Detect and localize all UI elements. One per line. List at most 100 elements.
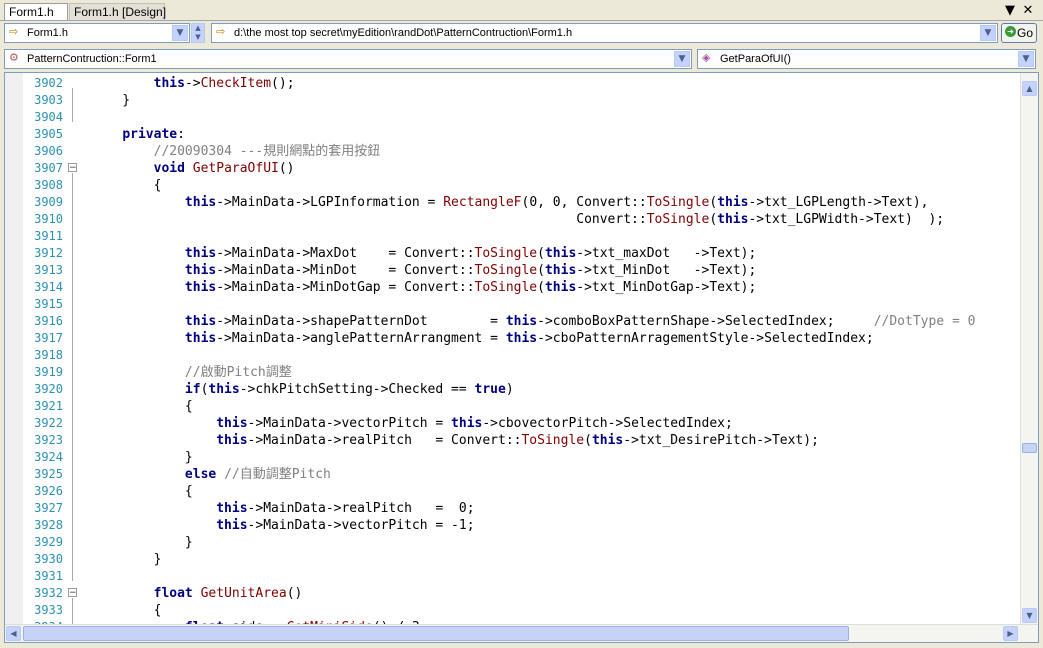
code-text: this->MainData->MinDot = Convert::ToSing…: [184, 263, 757, 278]
chevron-down-icon[interactable]: ▼: [674, 51, 690, 67]
line-number: 3932: [34, 586, 63, 600]
code-text: this->MainData->LGPInformation = Rectang…: [184, 195, 929, 210]
line-number: 3931: [34, 569, 63, 583]
code-text: this->MainData->anglePatternArrangment =…: [184, 331, 874, 346]
file-combo[interactable]: ⇨ Form1.h ▼: [4, 23, 190, 43]
line-number: 3906: [34, 144, 63, 158]
document-tab-strip: Form1.h Form1.h [Design] ▼ ✕: [0, 0, 1043, 21]
line-number: 3916: [34, 314, 63, 328]
code-lines: 3902 this->CheckItem(); 3903 } 3904 3905 pr…: [23, 75, 1018, 624]
path-combo[interactable]: ⇨ d:\the most top secret\myEdition\randD…: [211, 23, 998, 43]
code-text: this->MainData->MinDotGap = Convert::ToS…: [184, 280, 757, 295]
path-value: d:\the most top secret\myEdition\randDot…: [234, 27, 573, 39]
line-number: 3908: [34, 178, 63, 192]
code-text: {: [91, 399, 193, 414]
code-text: this->CheckItem();: [153, 76, 295, 91]
tab-form1-h-design[interactable]: Form1.h [Design]: [69, 3, 166, 20]
horizontal-scrollbar[interactable]: ◀ ▶: [5, 624, 1038, 642]
line-number: 3913: [34, 263, 63, 277]
file-spin-button[interactable]: ▲ ▼: [191, 23, 205, 43]
line-number: 3920: [34, 382, 63, 396]
line-number: 3926: [34, 484, 63, 498]
chevron-down-icon[interactable]: ▼: [1018, 51, 1034, 67]
line-number: 3922: [34, 416, 63, 430]
line-number: 3911: [34, 229, 63, 243]
code-text: //啟動Pitch調整: [184, 365, 292, 380]
code-text: }: [91, 450, 193, 465]
line-number: 3904: [34, 110, 63, 124]
code-text: this->MainData->MaxDot = Convert::ToSing…: [184, 246, 757, 261]
line-number: 3924: [34, 450, 63, 464]
arrow-icon: ⇨: [9, 25, 19, 38]
code-text: this->MainData->realPitch = Convert::ToS…: [216, 433, 819, 448]
chevron-down-icon[interactable]: ▼: [172, 25, 188, 41]
code-text: {: [91, 484, 193, 499]
tab-form1-h[interactable]: Form1.h: [4, 3, 68, 20]
outline-guide: [72, 598, 73, 624]
line-number: 3927: [34, 501, 63, 515]
vertical-scroll-thumb[interactable]: [1022, 443, 1037, 453]
code-text: }: [91, 93, 131, 108]
line-number: 3930: [34, 552, 63, 566]
line-number: 3912: [34, 246, 63, 260]
line-number: 3910: [34, 212, 63, 226]
collapse-region-icon[interactable]: −: [68, 588, 77, 598]
chevron-down-icon[interactable]: ▼: [980, 25, 996, 41]
line-number: 3907: [34, 161, 63, 175]
go-button[interactable]: ➜ Go: [1001, 23, 1037, 43]
file-combo-value: Form1.h: [27, 27, 68, 39]
code-text: float GetUnitArea(): [153, 586, 303, 601]
go-button-label: Go: [1016, 26, 1033, 40]
collapse-region-icon[interactable]: −: [68, 163, 77, 173]
code-text: if(this->chkPitchSetting->Checked == tru…: [184, 382, 514, 397]
line-number: 3918: [34, 348, 63, 362]
close-document-icon[interactable]: ✕: [1020, 3, 1036, 19]
code-text: this->MainData->vectorPitch = this->cbov…: [216, 416, 733, 431]
line-number: 3929: [34, 535, 63, 549]
code-text: this->MainData->realPitch = 0;: [216, 501, 475, 516]
line-number: 3933: [34, 603, 63, 617]
vertical-scrollbar[interactable]: ▲ ▼: [1020, 73, 1038, 624]
line-number: 3909: [34, 195, 63, 209]
line-number: 3917: [34, 331, 63, 345]
code-text: }: [91, 552, 162, 567]
member-combo-value: GetParaOfUI(): [720, 53, 791, 65]
indicator-margin: [5, 73, 23, 624]
outline-guide: [72, 173, 73, 581]
scroll-down-icon[interactable]: ▼: [1022, 608, 1037, 623]
line-number: 3925: [34, 467, 63, 481]
code-text: this->MainData->vectorPitch = -1;: [216, 518, 475, 533]
line-number: 3905: [34, 127, 63, 141]
code-text: else //自動調整Pitch: [184, 467, 331, 482]
line-number: 3923: [34, 433, 63, 447]
code-editor[interactable]: 3902 this->CheckItem(); 3903 } 3904 3905 pr…: [4, 72, 1039, 643]
line-number: 3921: [34, 399, 63, 413]
line-number: 3915: [34, 297, 63, 311]
code-text: Convert::ToSingle(this->txt_LGPWidth->Te…: [91, 212, 945, 227]
scroll-left-icon[interactable]: ◀: [6, 626, 21, 641]
class-icon: ⚙: [9, 51, 19, 64]
window-list-dropdown-icon[interactable]: ▼: [1002, 3, 1018, 19]
scroll-right-icon[interactable]: ▶: [1003, 626, 1018, 641]
code-text: this->MainData->shapePatternDot = this->…: [184, 314, 976, 329]
code-text: private:: [122, 127, 185, 142]
line-number: 3919: [34, 365, 63, 379]
member-combo[interactable]: ◈ GetParaOfUI() ▼: [697, 49, 1036, 69]
member-navigation-bar: ⚙ PatternContruction::Form1 ▼ ◈ GetParaO…: [0, 47, 1043, 73]
code-text: //20090304 ---規則網點的套用按鈕: [153, 144, 381, 159]
arrow-icon: ⇨: [216, 25, 226, 38]
navigation-bar: ⇨ Form1.h ▼ ▲ ▼ ⇨ d:\the most top secret\…: [0, 21, 1043, 47]
line-number: 3928: [34, 518, 63, 532]
class-combo-value: PatternContruction::Form1: [27, 53, 157, 65]
code-text: {: [91, 603, 162, 618]
outline-guide: [72, 88, 73, 122]
horizontal-scroll-thumb[interactable]: [23, 626, 849, 641]
line-number: 3902: [34, 76, 63, 90]
line-number: 3914: [34, 280, 63, 294]
code-text: }: [91, 535, 193, 550]
scroll-up-icon[interactable]: ▲: [1022, 81, 1037, 96]
go-arrow-icon: ➜: [1005, 26, 1016, 37]
class-combo[interactable]: ⚙ PatternContruction::Form1 ▼: [4, 49, 692, 69]
code-text: {: [91, 178, 162, 193]
code-text: void GetParaOfUI(): [153, 161, 295, 176]
